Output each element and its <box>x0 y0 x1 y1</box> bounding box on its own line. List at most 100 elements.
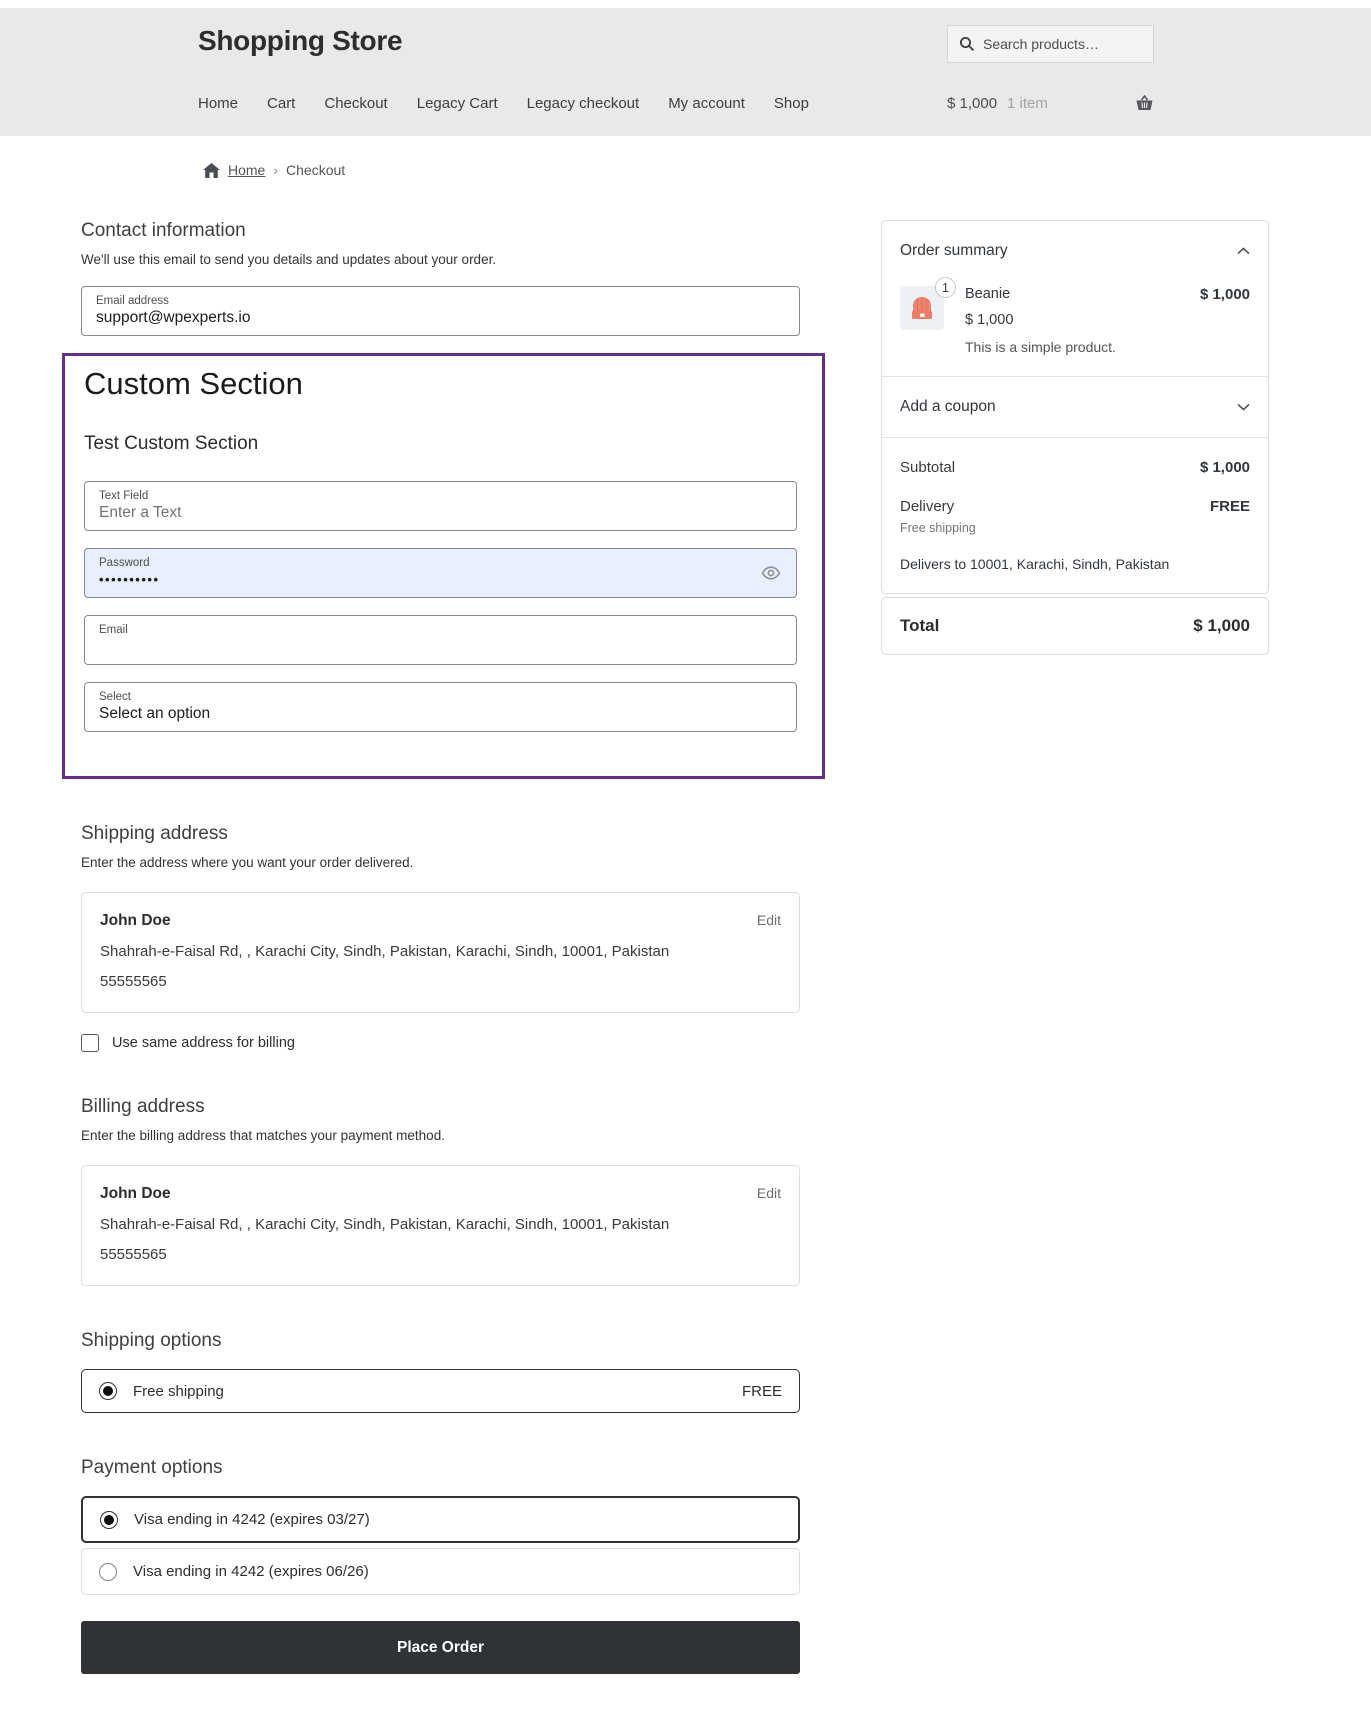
custom-section: Custom Section Test Custom Section Text … <box>62 353 825 779</box>
contact-description: We'll use this email to send you details… <box>81 252 800 267</box>
billing-phone: 55555565 <box>100 1246 781 1263</box>
nav-item-checkout[interactable]: Checkout <box>324 95 387 112</box>
total-value: $ 1,000 <box>1193 616 1250 636</box>
text-field-label: Text Field <box>99 489 782 503</box>
shipping-phone: 55555565 <box>100 973 781 990</box>
site-header: Shopping Store Home Cart Checkout Legacy… <box>0 8 1371 136</box>
password-field[interactable]: Password •••••••••• <box>84 548 797 598</box>
password-masked-value[interactable]: •••••••••• <box>99 570 782 589</box>
breadcrumb-home-link[interactable]: Home <box>228 162 265 178</box>
billing-address-description: Enter the billing address that matches y… <box>81 1128 800 1143</box>
order-summary-title: Order summary <box>900 242 1008 260</box>
custom-section-subtitle: Test Custom Section <box>84 433 797 455</box>
delivers-to-text: Delivers to 10001, Karachi, Sindh, Pakis… <box>900 556 1250 572</box>
add-coupon-label: Add a coupon <box>900 398 996 416</box>
shipping-address-line: Shahrah-e-Faisal Rd, , Karachi City, Sin… <box>100 943 781 960</box>
billing-address-card: John Doe Edit Shahrah-e-Faisal Rd, , Kar… <box>81 1165 800 1286</box>
eye-icon[interactable] <box>761 566 781 580</box>
order-summary-panel: Order summary <box>881 220 1269 594</box>
subtotal-value: $ 1,000 <box>1200 459 1250 476</box>
radio-unselected-icon[interactable] <box>99 1563 117 1581</box>
delivery-value: FREE <box>1210 498 1250 515</box>
shipping-address-section: Shipping address Enter the address where… <box>81 823 800 1052</box>
shipping-edit-link[interactable]: Edit <box>757 912 781 928</box>
custom-section-title: Custom Section <box>84 366 797 402</box>
delivery-label: Delivery <box>900 498 954 515</box>
add-coupon-row[interactable]: Add a coupon <box>882 377 1268 437</box>
cart-info[interactable]: $ 1,000 1 item <box>947 95 1154 112</box>
chevron-up-icon[interactable] <box>1237 247 1250 255</box>
search-icon <box>959 36 975 52</box>
billing-address-section: Billing address Enter the billing addres… <box>81 1096 800 1286</box>
product-description: This is a simple product. <box>965 339 1250 355</box>
custom-email-input[interactable] <box>99 637 782 656</box>
shipping-option-free[interactable]: Free shipping FREE <box>81 1369 800 1413</box>
contact-title: Contact information <box>81 220 800 242</box>
nav-item-my-account[interactable]: My account <box>668 95 745 112</box>
select-field-value[interactable]: Select an option <box>99 704 782 723</box>
total-panel: Total $ 1,000 <box>881 597 1269 655</box>
search-box[interactable] <box>947 25 1154 63</box>
text-field-input[interactable] <box>99 503 782 522</box>
site-title: Shopping Store <box>198 25 402 57</box>
payment-option-1[interactable]: Visa ending in 4242 (expires 03/27) <box>81 1496 800 1543</box>
radio-selected-icon[interactable] <box>100 1511 118 1529</box>
cart-count: 1 item <box>1007 95 1048 112</box>
billing-same-row: Use same address for billing <box>81 1034 800 1052</box>
product-unit-price: $ 1,000 <box>965 312 1250 328</box>
nav-item-legacy-checkout[interactable]: Legacy checkout <box>527 95 640 112</box>
text-field[interactable]: Text Field <box>84 481 797 531</box>
shipping-option-price: FREE <box>742 1383 782 1400</box>
radio-selected-icon[interactable] <box>99 1382 117 1400</box>
breadcrumb-separator: › <box>273 162 278 178</box>
home-icon[interactable] <box>203 163 220 178</box>
select-field[interactable]: Select Select an option <box>84 682 797 732</box>
billing-name: John Doe <box>100 1185 171 1203</box>
top-strip <box>0 0 1371 8</box>
product-name: Beanie <box>965 286 1010 303</box>
email-address-label: Email address <box>96 294 785 308</box>
cart-total: $ 1,000 <box>947 95 997 112</box>
payment-option-2[interactable]: Visa ending in 4242 (expires 06/26) <box>81 1548 800 1595</box>
custom-email-field[interactable]: Email <box>84 615 797 665</box>
custom-email-label: Email <box>99 623 782 637</box>
order-summary-header[interactable]: Order summary <box>900 242 1250 260</box>
billing-same-checkbox[interactable] <box>81 1034 99 1052</box>
password-field-label: Password <box>99 556 782 570</box>
totals-section: Subtotal $ 1,000 Delivery FREE Free ship… <box>882 438 1268 593</box>
nav-item-shop[interactable]: Shop <box>774 95 809 112</box>
email-address-input[interactable] <box>96 308 785 327</box>
payment-options-section: Payment options Visa ending in 4242 (exp… <box>81 1457 800 1674</box>
shipping-address-title: Shipping address <box>81 823 800 845</box>
billing-edit-link[interactable]: Edit <box>757 1185 781 1201</box>
contact-section: Contact information We'll use this email… <box>81 220 800 336</box>
place-order-button[interactable]: Place Order <box>81 1621 800 1674</box>
beanie-image <box>908 294 936 322</box>
order-item-row: 1 Beanie $ 1,000 $ 1,000 This is a simpl… <box>900 286 1250 355</box>
total-label: Total <box>900 616 939 636</box>
quantity-badge: 1 <box>935 277 956 298</box>
billing-address-title: Billing address <box>81 1096 800 1118</box>
shipping-options-section: Shipping options Free shipping FREE <box>81 1330 800 1413</box>
nav-item-home[interactable]: Home <box>198 95 238 112</box>
search-input[interactable] <box>983 36 1142 52</box>
product-line-price: $ 1,000 <box>1200 286 1250 303</box>
nav-item-cart[interactable]: Cart <box>267 95 295 112</box>
select-field-label: Select <box>99 690 782 704</box>
email-address-field[interactable]: Email address <box>81 286 800 336</box>
subtotal-label: Subtotal <box>900 459 955 476</box>
shipping-address-description: Enter the address where you want your or… <box>81 855 800 870</box>
shipping-option-label: Free shipping <box>133 1383 224 1400</box>
billing-same-label: Use same address for billing <box>112 1035 295 1051</box>
breadcrumb: Home › Checkout <box>203 162 1371 178</box>
chevron-down-icon[interactable] <box>1237 403 1250 411</box>
breadcrumb-current: Checkout <box>286 162 345 178</box>
payment-option-2-label: Visa ending in 4242 (expires 06/26) <box>133 1563 369 1580</box>
nav-item-legacy-cart[interactable]: Legacy Cart <box>417 95 498 112</box>
main-nav: Home Cart Checkout Legacy Cart Legacy ch… <box>198 95 809 112</box>
shipping-address-card: John Doe Edit Shahrah-e-Faisal Rd, , Kar… <box>81 892 800 1013</box>
basket-icon[interactable] <box>1135 95 1154 112</box>
shipping-name: John Doe <box>100 912 171 930</box>
delivery-method: Free shipping <box>900 521 1250 535</box>
billing-address-line: Shahrah-e-Faisal Rd, , Karachi City, Sin… <box>100 1216 781 1233</box>
